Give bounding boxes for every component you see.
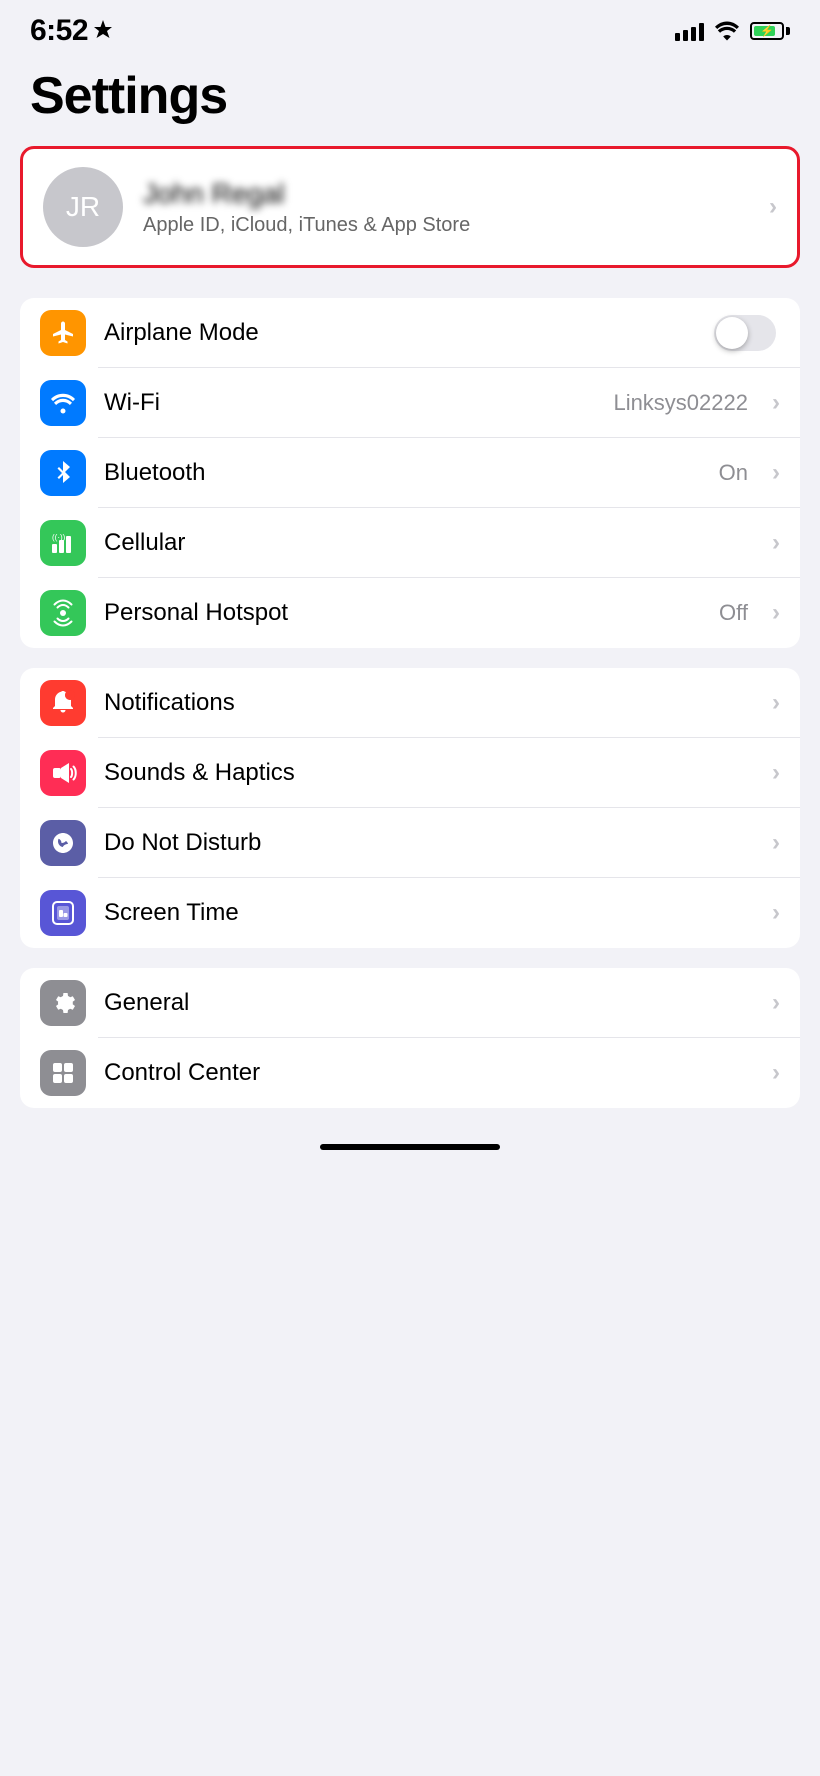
profile-info: John Regal Apple ID, iCloud, iTunes & Ap… (143, 178, 749, 237)
location-icon (94, 20, 112, 42)
control-center-icon (40, 1050, 86, 1096)
profile-row[interactable]: JR John Regal Apple ID, iCloud, iTunes &… (23, 149, 797, 265)
airplane-mode-icon (40, 310, 86, 356)
control-center-label: Control Center (104, 1059, 754, 1087)
bluetooth-chevron-icon: › (772, 459, 780, 487)
personal-hotspot-label: Personal Hotspot (104, 599, 701, 627)
bluetooth-value: On (719, 460, 748, 486)
status-time: 6:52 (30, 14, 88, 48)
personal-hotspot-icon (40, 590, 86, 636)
home-indicator (0, 1128, 820, 1160)
wifi-value: Linksys02222 (613, 390, 748, 416)
cellular-icon: ((·)) (40, 520, 86, 566)
notifications-label: Notifications (104, 689, 754, 717)
general-row[interactable]: General › (20, 968, 800, 1038)
do-not-disturb-label: Do Not Disturb (104, 829, 754, 857)
home-bar (320, 1144, 500, 1150)
page-title-area: Settings (0, 56, 820, 146)
connectivity-group: Airplane Mode Wi-Fi Linksys02222 › Bluet… (20, 298, 800, 648)
control-center-chevron-icon: › (772, 1059, 780, 1087)
notifications-row[interactable]: Notifications › (20, 668, 800, 738)
airplane-mode-row[interactable]: Airplane Mode (20, 298, 800, 368)
profile-name: John Regal (143, 178, 749, 210)
status-bar: 6:52 ⚡ (0, 0, 820, 56)
page-title: Settings (30, 66, 790, 126)
wifi-chevron-icon: › (772, 389, 780, 417)
general-chevron-icon: › (772, 989, 780, 1017)
avatar: JR (43, 167, 123, 247)
bluetooth-label: Bluetooth (104, 459, 701, 487)
personal-hotspot-row[interactable]: Personal Hotspot Off › (20, 578, 800, 648)
signal-bars-icon (675, 21, 704, 41)
notifications-icon (40, 680, 86, 726)
notifications-group: Notifications › Sounds & Haptics › Do No… (20, 668, 800, 948)
sounds-haptics-row[interactable]: Sounds & Haptics › (20, 738, 800, 808)
svg-text:((·)): ((·)) (52, 533, 66, 542)
airplane-mode-toggle[interactable] (714, 315, 776, 351)
airplane-mode-label: Airplane Mode (104, 319, 696, 347)
bluetooth-row[interactable]: Bluetooth On › (20, 438, 800, 508)
wifi-status-icon (714, 21, 740, 41)
profile-chevron-icon: › (769, 193, 777, 221)
sounds-haptics-label: Sounds & Haptics (104, 759, 754, 787)
wifi-label: Wi-Fi (104, 389, 595, 417)
personal-hotspot-chevron-icon: › (772, 599, 780, 627)
control-center-row[interactable]: Control Center › (20, 1038, 800, 1108)
avatar-initials: JR (66, 191, 100, 223)
profile-section[interactable]: JR John Regal Apple ID, iCloud, iTunes &… (20, 146, 800, 268)
screen-time-row[interactable]: Screen Time › (20, 878, 800, 948)
general-label: General (104, 989, 754, 1017)
wifi-icon (40, 380, 86, 426)
cellular-label: Cellular (104, 529, 754, 557)
screen-time-label: Screen Time (104, 899, 754, 927)
sounds-haptics-chevron-icon: › (772, 759, 780, 787)
general-icon (40, 980, 86, 1026)
do-not-disturb-chevron-icon: › (772, 829, 780, 857)
profile-subtitle: Apple ID, iCloud, iTunes & App Store (143, 214, 749, 237)
bluetooth-icon (40, 450, 86, 496)
wifi-row[interactable]: Wi-Fi Linksys02222 › (20, 368, 800, 438)
personal-hotspot-value: Off (719, 600, 748, 626)
sounds-haptics-icon (40, 750, 86, 796)
cellular-row[interactable]: ((·)) Cellular › (20, 508, 800, 578)
do-not-disturb-row[interactable]: Do Not Disturb › (20, 808, 800, 878)
screen-time-icon (40, 890, 86, 936)
notifications-chevron-icon: › (772, 689, 780, 717)
battery-icon: ⚡ (750, 22, 790, 40)
cellular-chevron-icon: › (772, 529, 780, 557)
screen-time-chevron-icon: › (772, 899, 780, 927)
general-group: General › Control Center › (20, 968, 800, 1108)
status-icons: ⚡ (675, 21, 790, 41)
do-not-disturb-icon (40, 820, 86, 866)
